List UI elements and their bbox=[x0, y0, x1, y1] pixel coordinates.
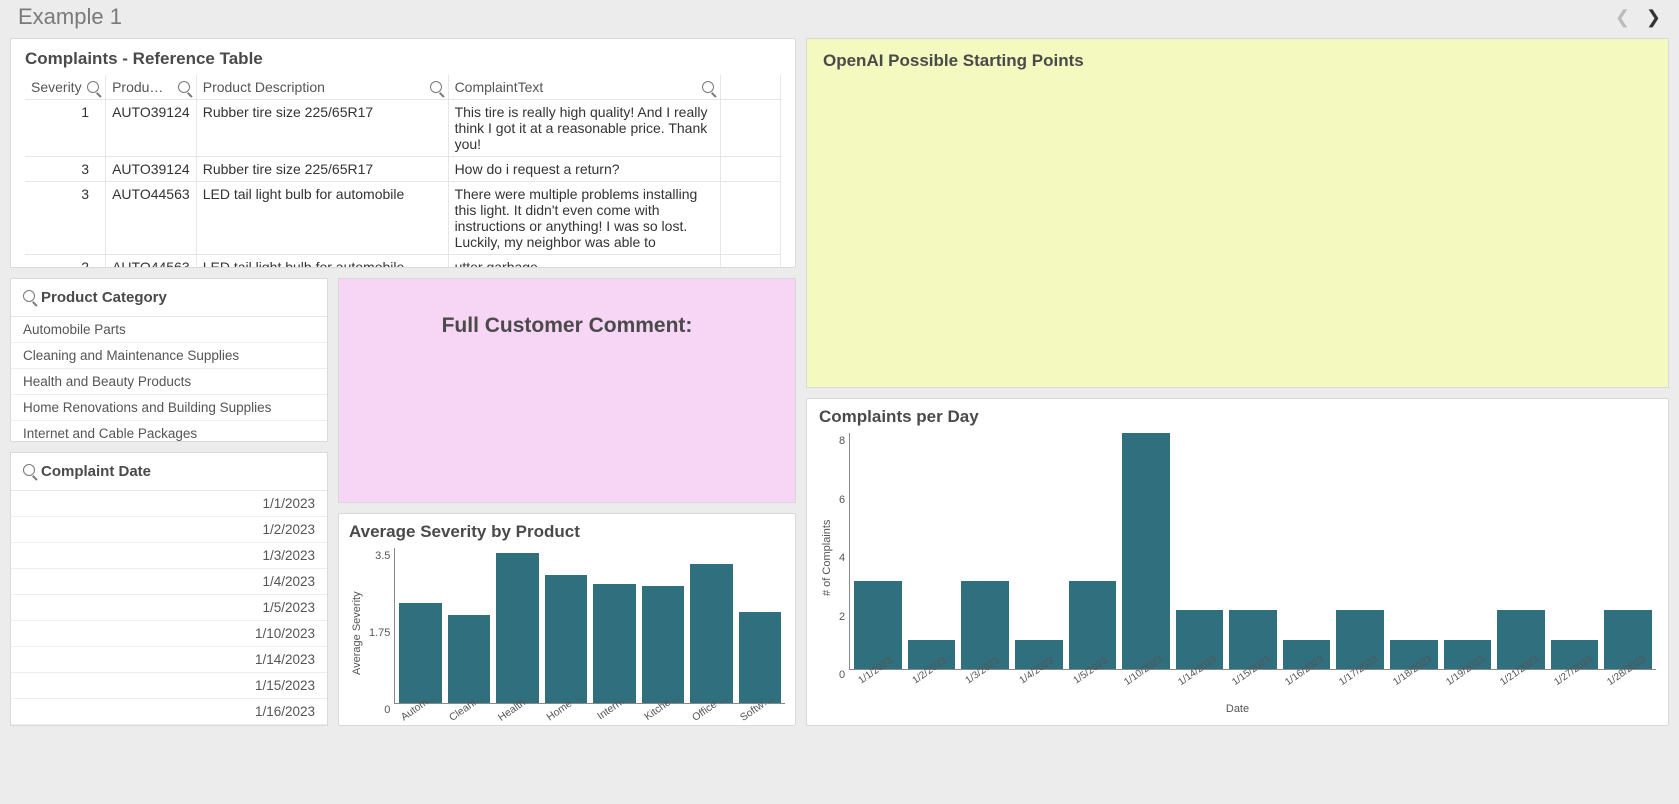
table-header-row: Severity Produ… Product Description Comp… bbox=[25, 75, 781, 100]
avg-severity-chart-card: Average Severity by Product Average Seve… bbox=[338, 513, 796, 726]
reference-table-title: Complaints - Reference Table bbox=[25, 49, 781, 69]
table-row[interactable]: 2AUTO44563LED tail light bulb for automo… bbox=[25, 255, 781, 269]
filter-title: Complaint Date bbox=[41, 463, 151, 480]
full-comment-panel: Full Customer Comment: bbox=[338, 278, 796, 503]
openai-panel: OpenAI Possible Starting Points bbox=[806, 38, 1669, 388]
full-comment-title: Full Customer Comment: bbox=[442, 314, 693, 502]
reference-table[interactable]: Severity Produ… Product Description Comp… bbox=[25, 75, 781, 268]
list-item[interactable]: 1/5/2023 bbox=[11, 595, 327, 621]
y-axis-label: Average Severity bbox=[349, 548, 365, 718]
prev-story-icon[interactable]: ❮ bbox=[1609, 7, 1636, 27]
bar[interactable] bbox=[642, 586, 684, 703]
bar[interactable] bbox=[399, 603, 441, 703]
list-item[interactable]: 1/4/2023 bbox=[11, 569, 327, 595]
search-icon[interactable] bbox=[87, 80, 99, 96]
search-icon[interactable] bbox=[178, 80, 190, 96]
list-item[interactable]: Automobile Parts bbox=[11, 317, 327, 343]
bar[interactable] bbox=[496, 553, 538, 704]
search-icon[interactable] bbox=[430, 80, 442, 96]
col-blank bbox=[720, 75, 780, 100]
page-title: Example 1 bbox=[18, 4, 1609, 30]
list-item[interactable]: 1/10/2023 bbox=[11, 621, 327, 647]
complaint-date-filter[interactable]: Complaint Date 1/1/20231/2/20231/3/20231… bbox=[10, 452, 328, 726]
list-item[interactable]: 1/2/2023 bbox=[11, 517, 327, 543]
search-icon[interactable] bbox=[23, 463, 35, 480]
bar[interactable] bbox=[545, 575, 587, 703]
avg-severity-title: Average Severity by Product bbox=[349, 522, 785, 542]
cpd-title: Complaints per Day bbox=[819, 407, 1656, 427]
complaints-per-day-card: Complaints per Day # of Complaints 86420… bbox=[806, 398, 1669, 726]
table-row[interactable]: 1AUTO39124Rubber tire size 225/65R17This… bbox=[25, 100, 781, 157]
search-icon[interactable] bbox=[702, 80, 714, 96]
list-item[interactable]: 1/14/2023 bbox=[11, 647, 327, 673]
table-row[interactable]: 3AUTO44563LED tail light bulb for automo… bbox=[25, 182, 781, 255]
product-category-filter[interactable]: Product Category Automobile PartsCleanin… bbox=[10, 278, 328, 442]
col-product-desc[interactable]: Product Description bbox=[196, 75, 448, 100]
cpd-xlabel: Date bbox=[819, 703, 1656, 715]
list-item[interactable]: Home Renovations and Building Supplies bbox=[11, 395, 327, 421]
list-item[interactable]: Internet and Cable Packages bbox=[11, 421, 327, 441]
bar[interactable] bbox=[1122, 433, 1170, 669]
list-item[interactable]: Cleaning and Maintenance Supplies bbox=[11, 343, 327, 369]
filter-title: Product Category bbox=[41, 289, 167, 306]
col-complaint-text[interactable]: ComplaintText bbox=[448, 75, 720, 100]
list-item[interactable]: 1/3/2023 bbox=[11, 543, 327, 569]
col-severity[interactable]: Severity bbox=[25, 75, 106, 100]
table-row[interactable]: 3AUTO39124Rubber tire size 225/65R17How … bbox=[25, 157, 781, 182]
y-axis-label: # of Complaints bbox=[819, 433, 835, 683]
list-item[interactable]: Health and Beauty Products bbox=[11, 369, 327, 395]
search-icon[interactable] bbox=[23, 289, 35, 306]
list-item[interactable]: 1/15/2023 bbox=[11, 673, 327, 699]
list-item[interactable]: 1/16/2023 bbox=[11, 699, 327, 725]
col-product-id[interactable]: Produ… bbox=[106, 75, 197, 100]
reference-table-card: Complaints - Reference Table Severity Pr… bbox=[10, 38, 796, 268]
bar[interactable] bbox=[593, 584, 635, 704]
openai-title: OpenAI Possible Starting Points bbox=[823, 51, 1652, 71]
story-nav: ❮ ❯ bbox=[1609, 7, 1667, 28]
list-item[interactable]: 1/1/2023 bbox=[11, 491, 327, 517]
bar[interactable] bbox=[448, 615, 490, 704]
bar[interactable] bbox=[690, 564, 732, 704]
bar[interactable] bbox=[739, 612, 781, 703]
next-story-icon[interactable]: ❯ bbox=[1640, 7, 1667, 27]
